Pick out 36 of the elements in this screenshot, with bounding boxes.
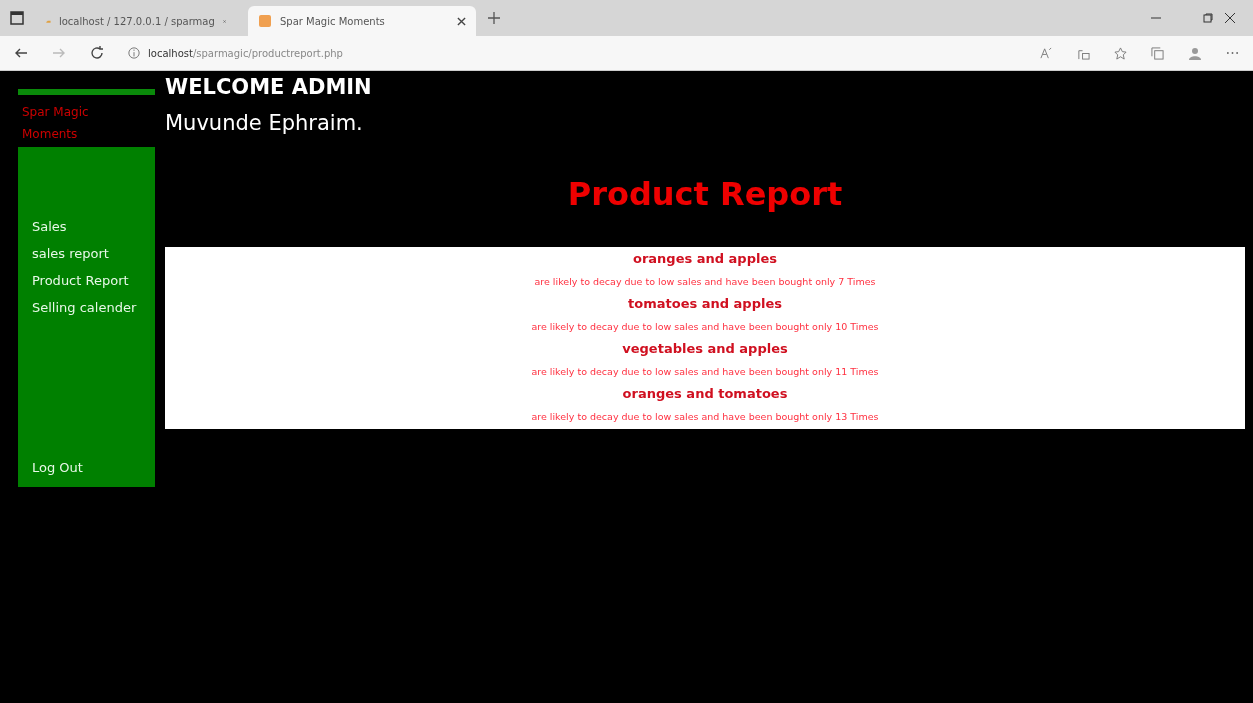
- nav-link[interactable]: Product Report: [32, 273, 155, 288]
- decay-note: are likely to decay due to low sales and have been bought only 13 Times: [531, 410, 879, 424]
- brand-name: Spar Magic Moments: [21, 104, 90, 143]
- product-name: tomatoes and apples: [628, 295, 782, 313]
- page-title: Product Report: [566, 175, 844, 213]
- tab-actions-icon[interactable]: [10, 11, 24, 25]
- nav-link[interactable]: sales report: [32, 246, 155, 261]
- browser-tab[interactable]: localhost / 127.0.0.1 / sparmag: [36, 6, 236, 36]
- page-icon: [258, 14, 272, 28]
- nav-link[interactable]: Selling calender: [32, 300, 155, 315]
- close-icon[interactable]: [457, 16, 466, 26]
- star-icon[interactable]: [1114, 46, 1127, 60]
- new-tab-icon[interactable]: [488, 12, 500, 24]
- close-icon[interactable]: [1225, 13, 1235, 23]
- collections-icon[interactable]: [1151, 46, 1164, 60]
- more-icon[interactable]: [1226, 51, 1239, 55]
- tab-title: Spar Magic Moments: [280, 15, 386, 27]
- refresh-icon[interactable]: [90, 46, 104, 60]
- info-icon[interactable]: [128, 47, 140, 59]
- user-name: Muvunde Ephraim.: [165, 111, 364, 135]
- logout-link[interactable]: Log Out: [32, 460, 155, 475]
- welcome-heading: WELCOME ADMIN: [165, 75, 373, 99]
- decay-note: are likely to decay due to low sales and have been bought only 11 Times: [531, 365, 879, 379]
- nav-link[interactable]: Sales: [32, 219, 155, 234]
- address-field[interactable]: localhost/sparmagic/productreport.php: [128, 47, 343, 59]
- product-name: vegetables and apples: [622, 340, 788, 358]
- restore-icon[interactable]: [1203, 13, 1213, 23]
- tab-title: localhost / 127.0.0.1 / sparmag: [58, 15, 215, 27]
- profile-icon[interactable]: [1188, 46, 1202, 60]
- read-aloud-icon[interactable]: [1040, 46, 1053, 60]
- browser-tab[interactable]: Spar Magic Moments: [248, 6, 476, 36]
- decay-note: are likely to decay due to low sales and have been bought only 7 Times: [534, 275, 876, 289]
- decay-note: are likely to decay due to low sales and have been bought only 10 Times: [531, 320, 879, 334]
- product-name: oranges and tomatoes: [622, 385, 788, 403]
- back-icon[interactable]: [14, 46, 28, 60]
- product-name: oranges and apples: [633, 250, 777, 268]
